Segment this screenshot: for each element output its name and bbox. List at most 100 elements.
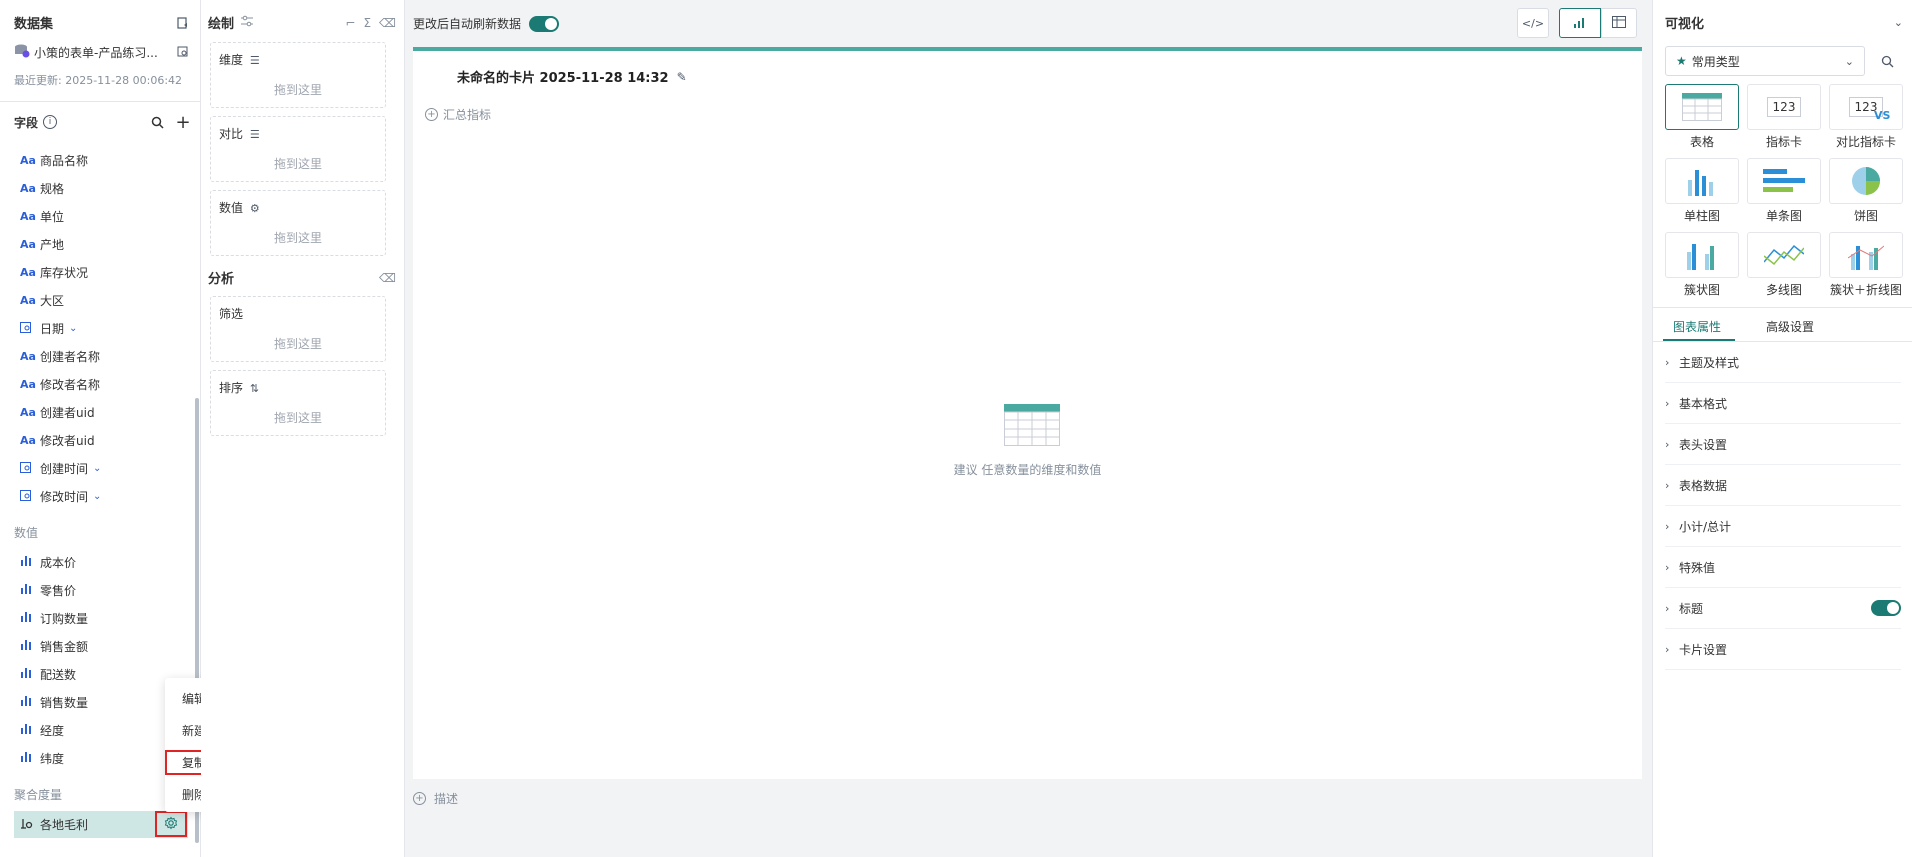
dimension-field-item[interactable]: 创建时间 ⌄: [0, 454, 200, 482]
switch-dataset-icon[interactable]: [174, 14, 192, 32]
property-section[interactable]: › 小计/总计: [1665, 506, 1901, 547]
chart-tile-compare-metric-card[interactable]: 123 VS: [1829, 84, 1903, 130]
text-field-icon: Aa: [20, 377, 36, 391]
dimension-field-item[interactable]: Aa 商品名称: [0, 146, 200, 174]
text-field-icon: Aa: [20, 405, 36, 419]
chart-tile-multi-line[interactable]: [1747, 232, 1821, 278]
tab-advanced-settings[interactable]: 高级设置: [1766, 318, 1814, 335]
property-section[interactable]: › 基本格式: [1665, 383, 1901, 424]
gear-icon: [164, 816, 178, 833]
dimension-field-list: Aa 商品名称 Aa 规格 Aa 单位 Aa 产地 Aa 库存状况 Aa 大区 日期 ⌄ Aa 创建者名称 Aa…: [0, 146, 200, 510]
chevron-down-icon[interactable]: ⌄: [93, 491, 101, 502]
value-drop-zone[interactable]: 数值 ⚙ 拖到这里: [210, 190, 386, 256]
bar-chart-icon: [1573, 16, 1587, 31]
dimension-field-item[interactable]: Aa 库存状况: [0, 258, 200, 286]
describe-button[interactable]: + 描述: [413, 790, 458, 807]
chart-view-button[interactable]: [1559, 8, 1601, 38]
chart-tile-column[interactable]: [1665, 158, 1739, 204]
chart-tile-pie[interactable]: [1829, 158, 1903, 204]
agg-field-settings-button[interactable]: [155, 811, 187, 837]
dimension-field-label: 修改者名称: [40, 377, 101, 392]
value-label: 数值: [219, 201, 244, 215]
tab-chart-properties[interactable]: 图表属性: [1673, 318, 1721, 335]
card-title[interactable]: 未命名的卡片 2025-11-28 14:32: [457, 67, 669, 86]
measure-field-item[interactable]: 订购数量: [0, 604, 200, 632]
compare-settings-icon[interactable]: ☰: [250, 128, 260, 141]
dataset-db-icon: [14, 44, 34, 61]
chevron-down-icon[interactable]: ⌄: [93, 463, 101, 474]
dimension-field-item[interactable]: Aa 修改者uid: [0, 426, 200, 454]
dimension-field-label: 创建者名称: [40, 349, 101, 364]
settings-sliders-icon[interactable]: [240, 15, 254, 30]
measure-field-item[interactable]: 销售金额: [0, 632, 200, 660]
dataset-name[interactable]: 小策的表单-产品练习...: [34, 44, 174, 61]
info-icon[interactable]: i: [43, 115, 58, 129]
title-toggle[interactable]: [1871, 600, 1901, 616]
search-field-icon[interactable]: [148, 113, 166, 131]
property-section-label: 卡片设置: [1679, 642, 1728, 657]
dimension-settings-icon[interactable]: ☰: [250, 54, 260, 67]
add-field-icon[interactable]: +: [174, 112, 192, 133]
chart-type-select[interactable]: ★ 常用类型 ⌄: [1665, 46, 1865, 76]
property-section[interactable]: › 卡片设置: [1665, 629, 1901, 670]
chart-label-multi-line: 多线图: [1765, 283, 1802, 297]
property-section[interactable]: › 标题: [1665, 588, 1901, 629]
edit-title-icon[interactable]: ✎: [677, 70, 687, 84]
chart-tile-cluster-line[interactable]: [1829, 232, 1903, 278]
summary-metric-button[interactable]: + 汇总指标: [425, 106, 491, 123]
chevron-right-icon: ›: [1665, 437, 1670, 451]
property-section[interactable]: › 表格数据: [1665, 465, 1901, 506]
dimension-label: 维度: [219, 53, 244, 67]
chart-tile-table[interactable]: [1665, 84, 1739, 130]
chart-tile-bar[interactable]: [1747, 158, 1821, 204]
chevron-right-icon: ›: [1665, 396, 1670, 410]
dimension-field-item[interactable]: Aa 规格: [0, 174, 200, 202]
value-gear-icon[interactable]: ⚙: [250, 202, 260, 215]
property-section[interactable]: › 特殊值: [1665, 547, 1901, 588]
compare-label: 对比: [219, 127, 244, 141]
measure-bar-icon: [20, 639, 40, 653]
chevron-right-icon: ›: [1665, 519, 1670, 533]
chevron-right-icon: ›: [1665, 642, 1670, 656]
table-view-button[interactable]: [1601, 8, 1637, 38]
measure-field-item[interactable]: 零售价: [0, 576, 200, 604]
text-field-icon: Aa: [20, 153, 36, 167]
dimension-field-label: 库存状况: [40, 265, 89, 280]
card: 未命名的卡片 2025-11-28 14:32 ✎ + 汇总指标 建议 任意数量…: [413, 47, 1642, 779]
dimension-field-item[interactable]: Aa 创建者名称: [0, 342, 200, 370]
auto-refresh-toggle[interactable]: [529, 15, 560, 32]
sigma-icon[interactable]: Σ: [363, 16, 371, 30]
dimension-field-item[interactable]: 修改时间 ⌄: [0, 482, 200, 510]
dimension-field-item[interactable]: Aa 创建者uid: [0, 398, 200, 426]
text-field-icon: Aa: [20, 433, 36, 447]
dimension-drop-zone[interactable]: 维度 ☰ 拖到这里: [210, 42, 386, 108]
filter-drop-zone[interactable]: 筛选 拖到这里: [210, 296, 386, 362]
dimension-field-item[interactable]: Aa 产地: [0, 230, 200, 258]
dimension-field-item[interactable]: Aa 修改者名称: [0, 370, 200, 398]
chevron-down-icon[interactable]: ⌄: [69, 323, 77, 334]
dataset-preview-icon[interactable]: [174, 43, 192, 61]
chart-search-icon[interactable]: [1878, 52, 1896, 70]
dimension-field-item[interactable]: Aa 大区: [0, 286, 200, 314]
corner-icon[interactable]: ⌐: [345, 16, 355, 30]
dimension-field-label: 大区: [40, 293, 65, 308]
chart-tile-metric-card[interactable]: 123: [1747, 84, 1821, 130]
property-section[interactable]: › 主题及样式: [1665, 342, 1901, 383]
measure-field-label: 纬度: [40, 751, 65, 766]
chevron-right-icon: ›: [1665, 478, 1670, 492]
eraser-icon[interactable]: ⌫: [379, 16, 396, 30]
compare-drop-zone[interactable]: 对比 ☰ 拖到这里: [210, 116, 386, 182]
measure-field-item[interactable]: 成本价: [0, 548, 200, 576]
auto-refresh-label: 更改后自动刷新数据: [413, 17, 522, 31]
chart-tile-cluster[interactable]: [1665, 232, 1739, 278]
property-section[interactable]: › 表头设置: [1665, 424, 1901, 465]
sort-order-icon[interactable]: ⇅: [250, 382, 259, 395]
sort-drop-zone[interactable]: 排序 ⇅ 拖到这里: [210, 370, 386, 436]
code-view-button[interactable]: </>: [1517, 8, 1549, 38]
analysis-eraser-icon[interactable]: ⌫: [379, 271, 396, 285]
dimension-field-item[interactable]: Aa 单位: [0, 202, 200, 230]
collapse-chevron-icon[interactable]: ⌄: [1894, 16, 1903, 29]
dimension-field-item[interactable]: 日期 ⌄: [0, 314, 200, 342]
compare-drop-hint: 拖到这里: [273, 157, 322, 171]
agg-group-title: 聚合度量: [14, 788, 63, 802]
